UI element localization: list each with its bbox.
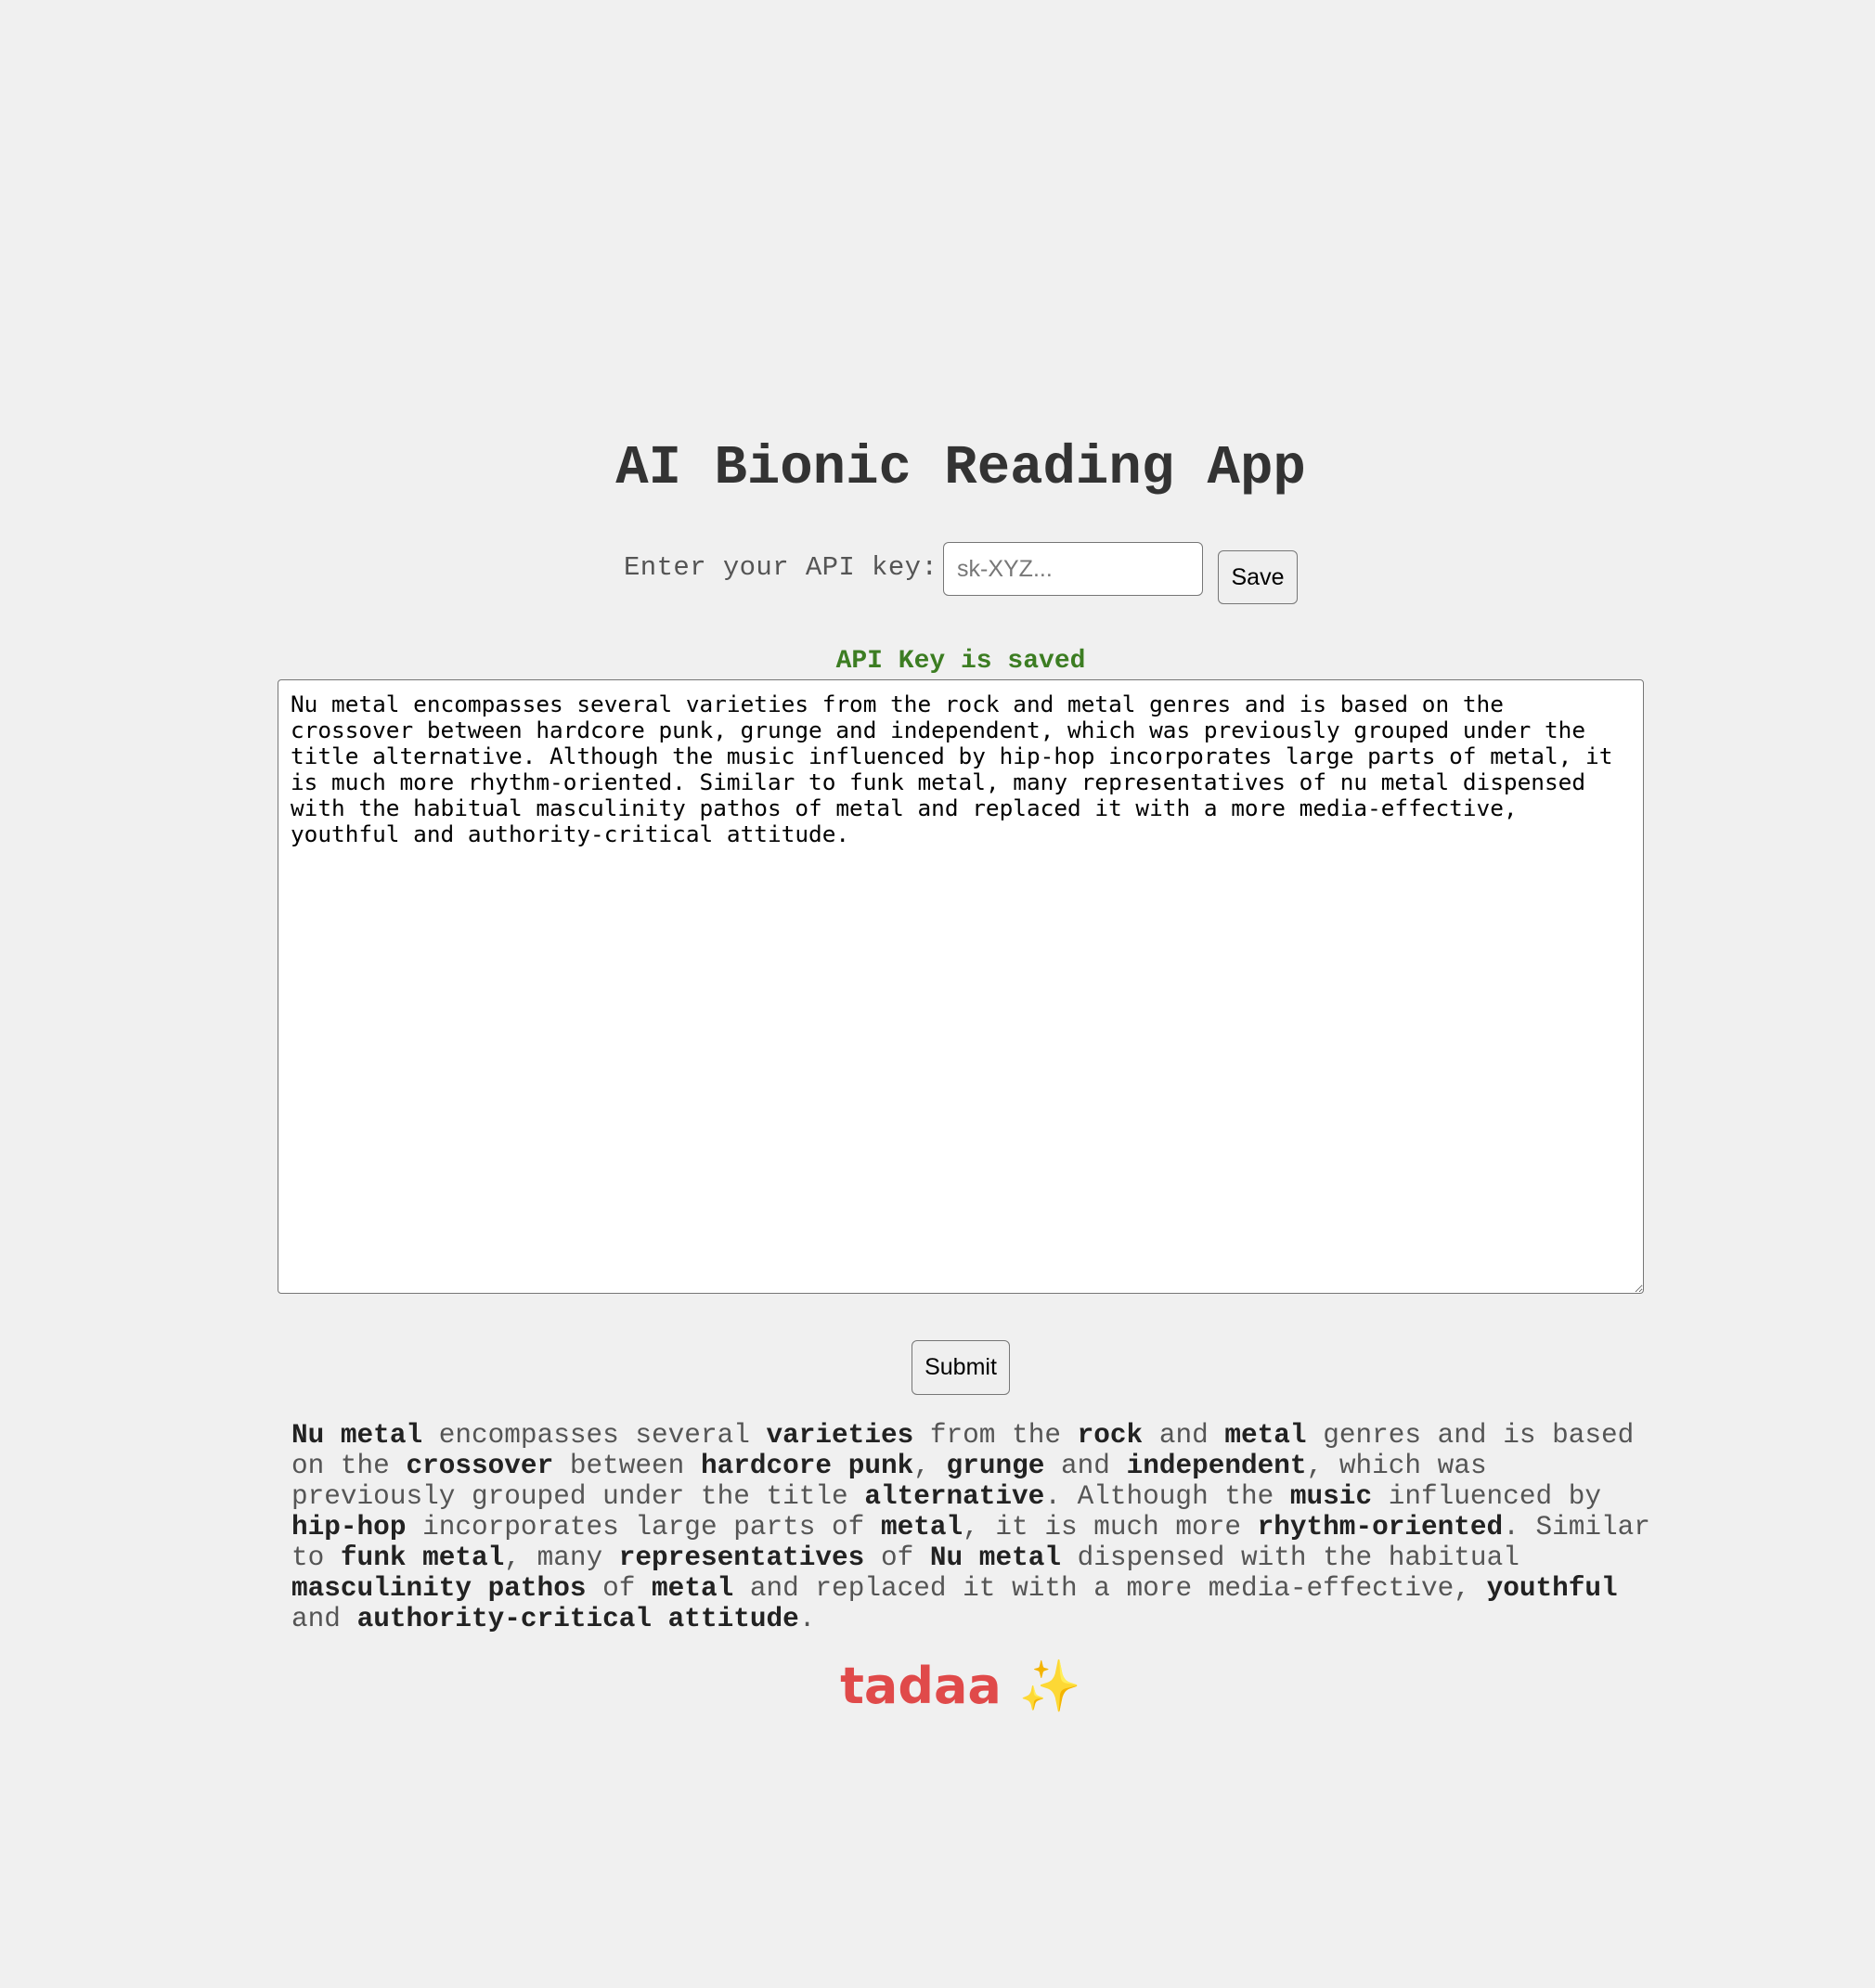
bionic-bold-segment: representatives: [618, 1543, 865, 1573]
text-input[interactable]: Nu metal encompasses several varieties f…: [278, 679, 1644, 1294]
bionic-bold-segment: rock: [1077, 1420, 1144, 1451]
bionic-text-segment: and replaced it with a more media-effect…: [733, 1573, 1487, 1604]
bionic-bold-segment: authority-critical attitude: [356, 1604, 799, 1634]
bionic-bold-segment: hip-hop: [291, 1512, 407, 1543]
bionic-text-segment: .: [798, 1604, 816, 1634]
bionic-bold-segment: rhythm-oriented: [1257, 1512, 1504, 1543]
bionic-bold-segment: masculinity pathos: [291, 1573, 587, 1604]
bionic-bold-segment: independent: [1126, 1451, 1307, 1481]
bionic-bold-segment: youthful: [1486, 1573, 1618, 1604]
api-key-input[interactable]: [943, 542, 1203, 596]
bionic-text-segment: incorporates large parts of: [406, 1512, 881, 1543]
tadaa-footer: tadaa ✨: [0, 1657, 1875, 1716]
tadaa-text: tadaa: [840, 1657, 1002, 1715]
bionic-text-segment: , many: [504, 1543, 619, 1573]
bionic-text-segment: of: [864, 1543, 930, 1573]
bionic-bold-segment: grunge: [946, 1451, 1045, 1481]
bionic-bold-segment: alternative: [864, 1481, 1045, 1512]
api-key-status: API Key is saved: [835, 647, 1086, 676]
bionic-text-segment: and: [291, 1604, 357, 1634]
bionic-text-segment: dispensed with the habitual: [1061, 1543, 1519, 1573]
bionic-text-segment: of: [586, 1573, 653, 1604]
bionic-bold-segment: metal: [652, 1573, 734, 1604]
save-button[interactable]: Save: [1218, 550, 1298, 604]
bionic-bold-segment: music: [1289, 1481, 1373, 1512]
bionic-text-segment: from the: [913, 1420, 1078, 1451]
bionic-output: Nu metal encompasses several varieties f…: [291, 1420, 1656, 1634]
bionic-bold-segment: crossover: [406, 1451, 554, 1481]
bionic-bold-segment: funk metal: [340, 1543, 505, 1573]
submit-button[interactable]: Submit: [912, 1340, 1010, 1395]
page-title: AI Bionic Reading App: [615, 437, 1306, 499]
sparkles-icon: ✨: [1018, 1657, 1081, 1715]
bionic-bold-segment: metal: [880, 1512, 963, 1543]
bionic-text-segment: and: [1143, 1420, 1225, 1451]
bionic-text-segment: and: [1044, 1451, 1127, 1481]
bionic-text-segment: encompasses several: [422, 1420, 767, 1451]
bionic-text-segment: influenced by: [1372, 1481, 1601, 1512]
bionic-bold-segment: varieties: [766, 1420, 914, 1451]
bionic-bold-segment: metal: [1224, 1420, 1307, 1451]
bionic-text-segment: . Although the: [1044, 1481, 1290, 1512]
bionic-text-segment: ,: [913, 1451, 947, 1481]
bionic-text-segment: , it is much more: [963, 1512, 1258, 1543]
bionic-text-segment: between: [553, 1451, 701, 1481]
bionic-bold-segment: Nu metal: [929, 1543, 1061, 1573]
bionic-bold-segment: Nu metal: [291, 1420, 423, 1451]
api-key-label: Enter your API key:: [624, 552, 938, 583]
bionic-bold-segment: hardcore punk: [700, 1451, 914, 1481]
